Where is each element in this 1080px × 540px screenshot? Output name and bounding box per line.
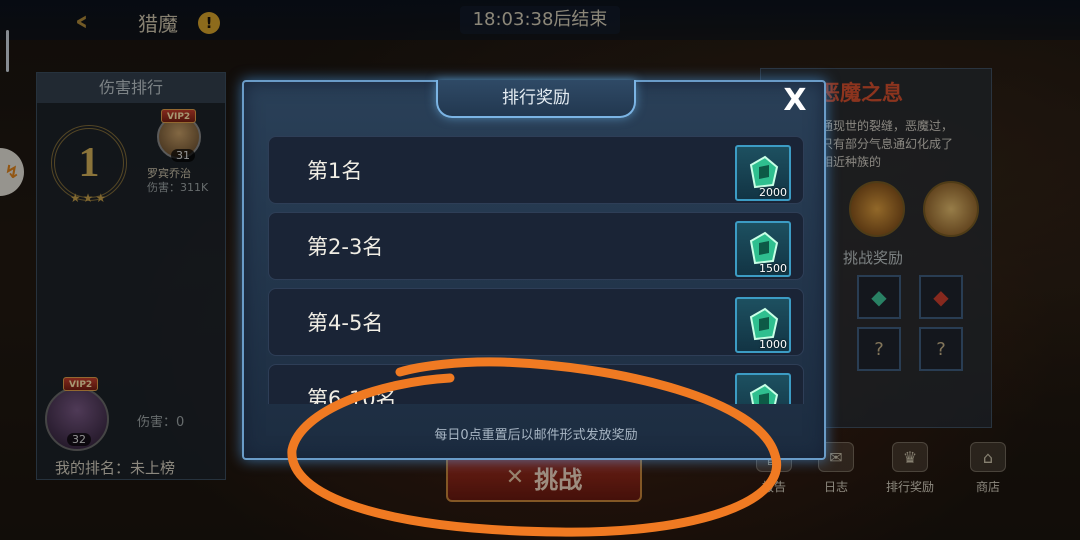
gem-reward-icon[interactable]: 2000 [735,145,791,201]
reward-row: 第4-5名 1000 [268,288,804,356]
reward-quantity: 1000 [759,338,787,351]
rank-range-label: 第1名 [307,159,363,183]
reward-row: 第6-10名 [268,364,804,404]
rank-range-label: 第4-5名 [307,311,384,335]
modal-title: 排行奖励 [436,80,636,118]
rank-rewards-modal: 排行奖励 X 第1名 2000 第2-3名 1500 第4-5名 1000 第6… [242,80,826,460]
rank-range-label: 第6-10名 [307,387,397,404]
close-button[interactable]: X [780,86,810,116]
reward-row: 第1名 2000 [268,136,804,204]
gem-reward-icon[interactable] [735,373,791,404]
reward-quantity: 1500 [759,262,787,275]
reward-quantity: 2000 [759,186,787,199]
gem-reward-icon[interactable]: 1500 [735,221,791,277]
reset-notice: 每日0点重置后以邮件形式发放奖励 [434,428,638,443]
reward-list[interactable]: 第1名 2000 第2-3名 1500 第4-5名 1000 第6-10名 [268,136,804,404]
gem-reward-icon[interactable]: 1000 [735,297,791,353]
reward-row: 第2-3名 1500 [268,212,804,280]
rank-range-label: 第2-3名 [307,235,384,259]
